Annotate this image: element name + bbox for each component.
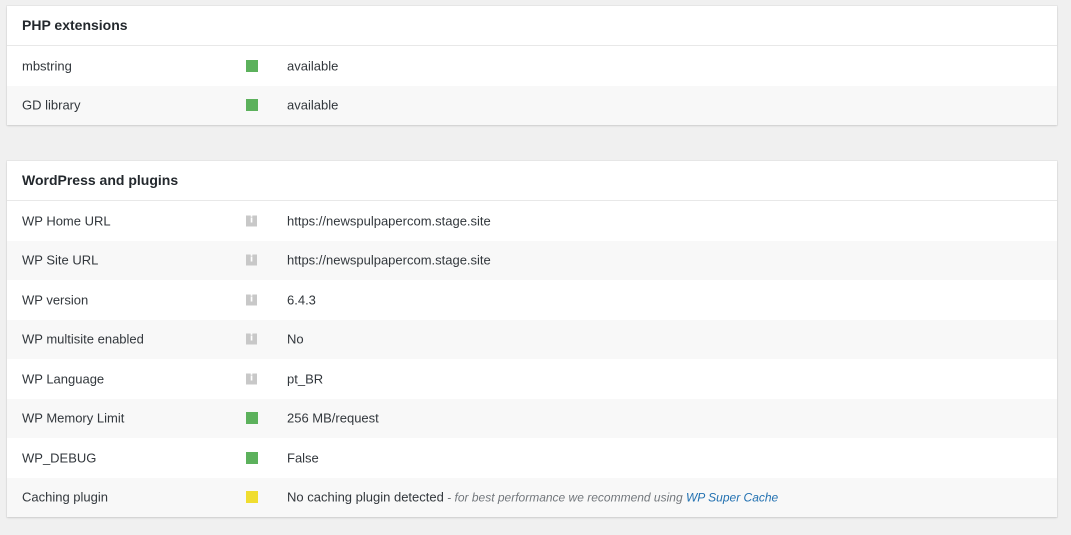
row-label: WP Language (22, 371, 105, 387)
table-row: GD library available (7, 85, 1057, 125)
row-value: False (287, 450, 319, 466)
system-status-page: PHP extensions mbstring available GD lib… (0, 0, 1071, 535)
row-value: available (287, 97, 339, 113)
panel-title: PHP extensions (7, 6, 1057, 46)
info-icon[interactable]: i (246, 373, 257, 385)
status-ok-icon (246, 451, 258, 464)
caching-status-text: No caching plugin detected (287, 489, 444, 505)
row-label: WP Home URL (22, 213, 111, 229)
row-value: pt_BR (287, 371, 324, 387)
table-row: WP Home URL i https://newspulpapercom.st… (7, 201, 1057, 241)
row-label: Caching plugin (22, 489, 109, 505)
info-icon[interactable]: i (246, 254, 257, 266)
status-ok-icon (246, 59, 258, 72)
panel-title: WordPress and plugins (7, 161, 1057, 201)
info-icon[interactable]: i (246, 294, 257, 306)
row-label: WP_DEBUG (22, 450, 97, 466)
row-label: mbstring (22, 58, 72, 74)
row-label: WP version (22, 292, 89, 308)
info-icon[interactable]: i (246, 215, 257, 227)
row-value: No caching plugin detected - for best pe… (287, 490, 778, 505)
row-label: WP multisite enabled (22, 331, 144, 347)
row-value: available (287, 58, 339, 74)
table-row: WP_DEBUG False (7, 438, 1057, 478)
recommendation-hint: - for best performance we recommend usin… (443, 490, 686, 505)
status-warning-icon (246, 491, 258, 504)
row-label: WP Memory Limit (22, 410, 125, 426)
row-label: WP Site URL (22, 252, 99, 268)
table-row: WP version i 6.4.3 (7, 280, 1057, 320)
php-extensions-panel: PHP extensions mbstring available GD lib… (7, 6, 1057, 125)
status-ok-icon (246, 412, 258, 425)
row-value: https://newspulpapercom.stage.site (287, 252, 491, 268)
status-ok-icon (246, 99, 258, 112)
row-value: No (287, 331, 304, 347)
info-icon[interactable]: i (246, 333, 257, 345)
table-row: WP Site URL i https://newspulpapercom.st… (7, 240, 1057, 280)
table-row: WP Memory Limit 256 MB/request (7, 398, 1057, 438)
wp-super-cache-link[interactable]: WP Super Cache (686, 491, 778, 505)
row-label: GD library (22, 97, 81, 113)
row-value: 6.4.3 (287, 292, 316, 308)
table-row: Caching plugin No caching plugin detecte… (7, 477, 1057, 517)
table-row: WP Language i pt_BR (7, 359, 1057, 399)
row-value: 256 MB/request (287, 410, 379, 426)
table-row: WP multisite enabled i No (7, 319, 1057, 359)
table-row: mbstring available (7, 46, 1057, 86)
wordpress-plugins-panel: WordPress and plugins WP Home URL i http… (7, 161, 1057, 517)
row-value: https://newspulpapercom.stage.site (287, 213, 491, 229)
